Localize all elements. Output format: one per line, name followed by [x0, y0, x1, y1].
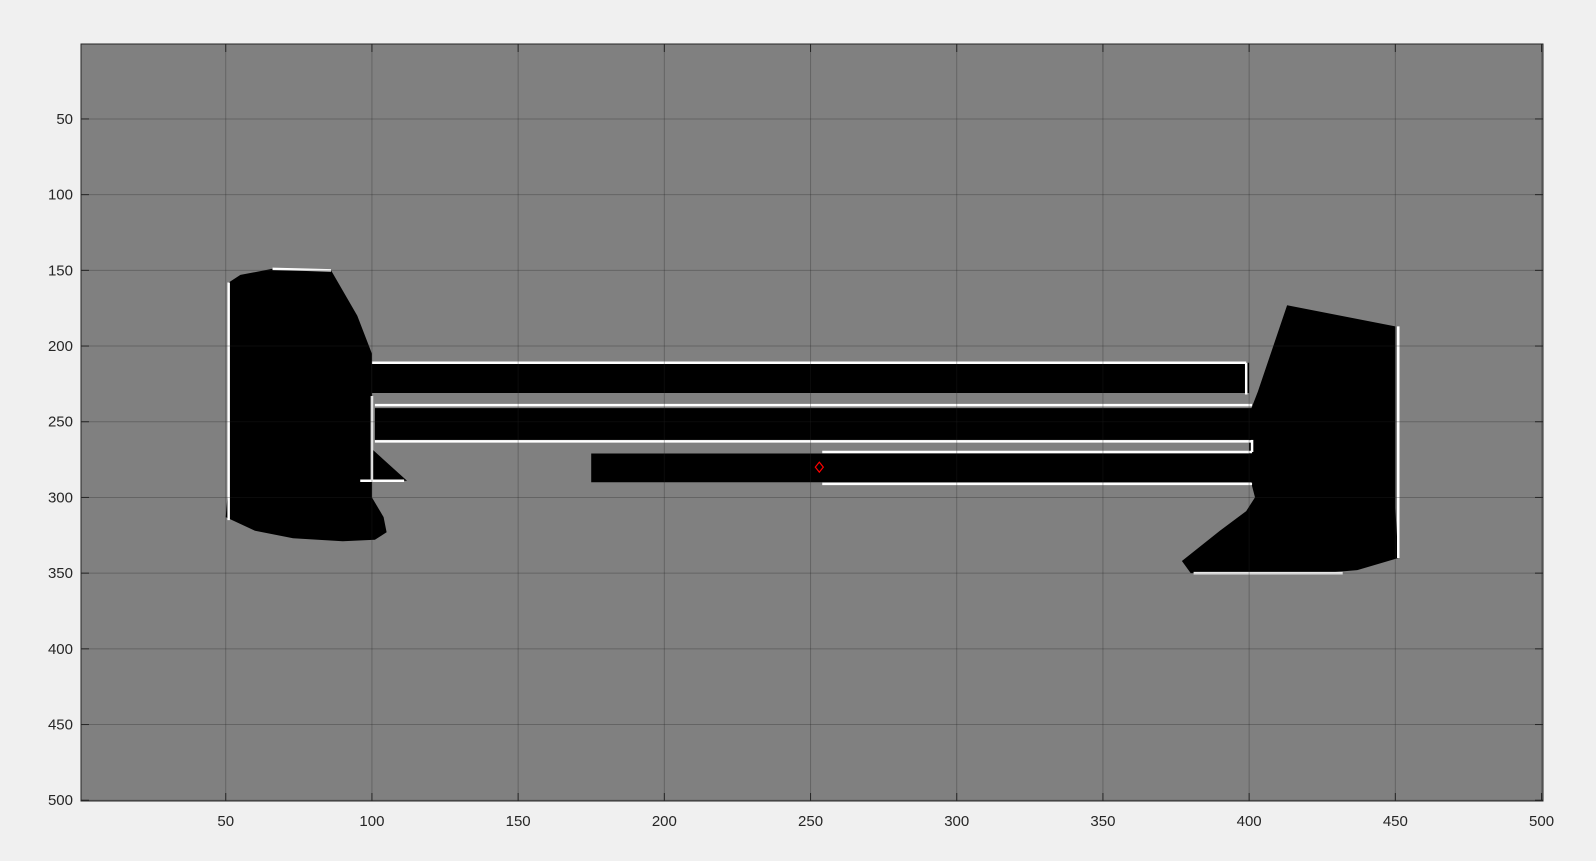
x-tick-label: 50 — [217, 813, 234, 830]
x-tick-label: 200 — [652, 813, 677, 830]
x-tick-label: 500 — [1529, 813, 1554, 830]
x-tick-label: 350 — [1090, 813, 1115, 830]
y-tick-label: 250 — [48, 414, 73, 431]
y-tick-label: 200 — [48, 338, 73, 355]
x-tick-label: 450 — [1383, 813, 1408, 830]
y-tick-label: 400 — [48, 641, 73, 658]
y-tick-label: 150 — [48, 262, 73, 279]
y-tick-label: 350 — [48, 565, 73, 582]
plot-figure: 50 100 150 200 250 300 350 400 450 500 50 100 150 20… — [0, 0, 1596, 861]
y-tick-label: 500 — [48, 792, 73, 809]
plot-axes[interactable]: 50 100 150 200 250 300 350 400 450 500 50 100 150 20… — [48, 43, 1554, 830]
bar-bottom — [591, 453, 1255, 483]
bar-middle — [374, 408, 1255, 440]
x-tick-label: 150 — [506, 813, 531, 830]
x-tick-label: 400 — [1237, 813, 1262, 830]
y-tick-label: 50 — [56, 111, 73, 128]
x-tick-label: 300 — [944, 813, 969, 830]
y-tick-label: 450 — [48, 717, 73, 734]
y-tick-label: 300 — [48, 489, 73, 506]
x-tick-label: 250 — [798, 813, 823, 830]
y-tick-label: 100 — [48, 187, 73, 204]
x-tick-label: 100 — [359, 813, 384, 830]
